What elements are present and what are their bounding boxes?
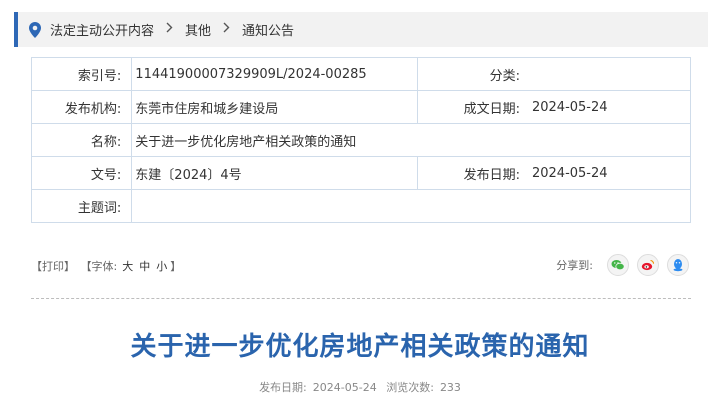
chevron-right-icon [166, 22, 173, 37]
publish-date-meta-label: 发布日期: [259, 381, 307, 394]
font-size-prefix: 【字体: [80, 260, 118, 273]
font-size-suffix: 】 [170, 260, 182, 273]
table-row: 索引号: 11441900007329909L/2024-00285 分类: [30, 57, 691, 91]
breadcrumb-item-notice[interactable]: 通知公告 [242, 20, 294, 39]
weibo-icon[interactable] [637, 254, 659, 276]
doc-no-label: 文号: [30, 156, 133, 190]
article-tools: 【打印】 【字体: 大中小】 [31, 258, 183, 274]
share-bar: 分享到: [556, 254, 689, 276]
font-medium-button[interactable]: 中 [139, 260, 150, 273]
written-date-value: 2024-05-24 [529, 90, 691, 124]
views-label: 浏览次数: [386, 381, 434, 394]
publish-date-value: 2024-05-24 [529, 156, 691, 190]
views-count: 233 [439, 381, 461, 394]
table-row: 主题词: [30, 189, 691, 223]
table-row: 名称: 关于进一步优化房地产相关政策的通知 [30, 123, 691, 157]
doc-no-value: 东建〔2024〕4号 [131, 156, 419, 190]
index-label: 索引号: [30, 57, 133, 91]
share-label: 分享到: [556, 259, 593, 272]
category-value [529, 57, 691, 91]
breadcrumb-item-other[interactable]: 其他 [185, 20, 211, 39]
name-label: 名称: [30, 123, 133, 157]
publisher-value: 东莞市住房和城乡建设局 [131, 90, 419, 124]
document-info-table: 索引号: 11441900007329909L/2024-00285 分类: 发… [30, 57, 691, 223]
qq-icon[interactable] [667, 254, 689, 276]
name-value: 关于进一步优化房地产相关政策的通知 [131, 123, 691, 157]
index-value: 11441900007329909L/2024-00285 [131, 57, 419, 91]
chevron-right-icon [223, 22, 230, 37]
breadcrumb: 法定主动公开内容 其他 通知公告 [14, 12, 708, 47]
table-row: 发布机构: 东莞市住房和城乡建设局 成文日期: 2024-05-24 [30, 90, 691, 124]
dashed-divider [31, 298, 691, 299]
publish-date-meta-value: 2024-05-24 [312, 381, 377, 394]
table-row: 文号: 东建〔2024〕4号 发布日期: 2024-05-24 [30, 156, 691, 190]
location-pin-icon [29, 21, 41, 38]
wechat-icon[interactable] [607, 254, 629, 276]
publisher-label: 发布机构: [30, 90, 133, 124]
publish-date-label: 发布日期: [417, 156, 530, 190]
font-large-button[interactable]: 大 [122, 260, 133, 273]
article-title: 关于进一步优化房地产相关政策的通知 [130, 332, 590, 362]
subject-value [131, 189, 691, 223]
written-date-label: 成文日期: [417, 90, 530, 124]
font-small-button[interactable]: 小 [156, 260, 167, 273]
category-label: 分类: [417, 57, 530, 91]
breadcrumb-item-public-content[interactable]: 法定主动公开内容 [50, 20, 154, 39]
print-button[interactable]: 【打印】 [31, 260, 75, 273]
subject-label: 主题词: [30, 189, 133, 223]
article-meta: 发布日期: 2024-05-24 浏览次数: 233 [0, 379, 720, 395]
